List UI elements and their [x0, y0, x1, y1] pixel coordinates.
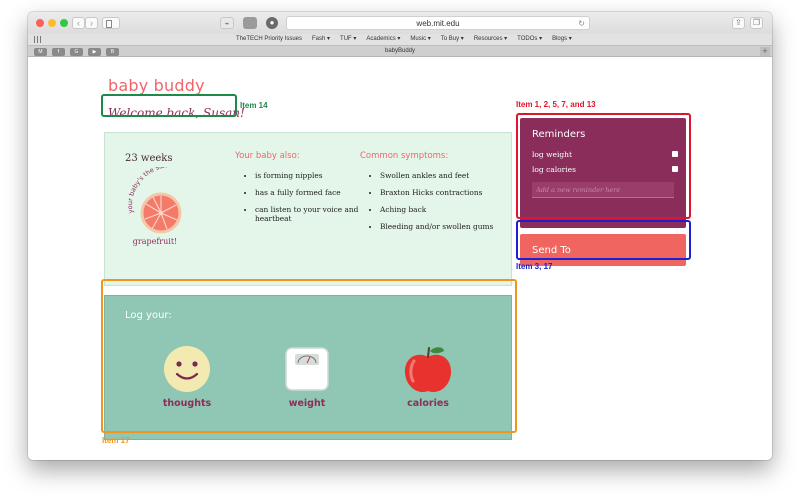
reminder-checkbox[interactable] — [672, 166, 678, 172]
privacy-extension-icon[interactable]: ● — [266, 17, 278, 29]
calories-label: calories — [407, 398, 449, 409]
welcome-message: Welcome back, Susan! — [108, 106, 245, 120]
bookmark-item[interactable]: TODOs ▾ — [517, 34, 542, 45]
page-content: baby buddy Welcome back, Susan! 23 weeks… — [28, 58, 772, 460]
reminder-label: log weight — [532, 150, 573, 159]
list-item: is forming nipples — [255, 171, 365, 180]
grapefruit-icon — [140, 192, 182, 234]
rss-extension-icon[interactable]: ⌁ — [220, 17, 234, 29]
annotation-label-sendto: Item 3, 17 — [516, 262, 553, 271]
list-item: can listen to your voice and heartbeat — [255, 205, 365, 223]
symptoms-list: Swollen ankles and feet Braxton Hicks con… — [380, 171, 505, 239]
fruit-name-text: grapefruit! — [133, 237, 178, 246]
list-item: Swollen ankles and feet — [380, 171, 505, 180]
weight-label: weight — [288, 398, 326, 409]
url-text: web.mit.edu — [416, 19, 460, 28]
symptoms-heading: Common symptoms: — [360, 151, 449, 161]
new-reminder-input[interactable] — [532, 182, 674, 198]
log-calories-button[interactable]: calories — [388, 345, 468, 409]
smiley-face-icon — [164, 346, 210, 392]
log-panel: Log your: thoughts weight calories — [104, 295, 512, 440]
bookmark-item[interactable]: To Buy ▾ — [441, 34, 464, 45]
reminder-label: log calories — [532, 165, 576, 174]
bookmark-list: TheTECH Priority Issues Fash ▾ TUF ▾ Academ… — [236, 34, 572, 45]
browser-window: ‹ › ⌁ ● web.mit.edu ↻ ⇪ ❐ TheTECH Priori… — [28, 12, 772, 460]
bookmark-item[interactable]: TheTECH Priority Issues — [236, 34, 302, 45]
weeks-label: 23 weeks — [125, 153, 173, 164]
list-item: Braxton Hicks contractions — [380, 188, 505, 197]
scale-icon — [285, 347, 329, 391]
log-thoughts-button[interactable]: thoughts — [147, 345, 227, 409]
thoughts-label: thoughts — [162, 398, 212, 409]
show-tabs-button[interactable]: ❐ — [750, 17, 763, 29]
baby-facts-heading: Your baby also: — [235, 151, 300, 161]
close-window-button[interactable] — [36, 19, 44, 27]
tab-bar: Mf G ▶ B babyBuddy + — [28, 45, 772, 57]
bookmarks-bar: TheTECH Priority Issues Fash ▾ TUF ▾ Academ… — [28, 34, 772, 45]
top-sites-grid-icon[interactable] — [34, 36, 42, 43]
log-title: Log your: — [125, 310, 172, 321]
annotation-label-welcome: Item 14 — [240, 101, 268, 110]
reminder-item[interactable]: log weight — [532, 150, 678, 159]
browser-toolbar: ‹ › ⌁ ● web.mit.edu ↻ ⇪ ❐ — [28, 12, 772, 34]
log-weight-button[interactable]: weight — [267, 345, 347, 409]
bookmark-item[interactable]: Resources ▾ — [474, 34, 507, 45]
reminder-item[interactable]: log calories — [532, 165, 678, 174]
active-tab-title[interactable]: babyBuddy — [28, 46, 772, 57]
reminders-panel: Reminders log weight log calories — [520, 118, 686, 228]
app-logo[interactable]: baby buddy — [108, 76, 205, 95]
annotation-label-log: Item 17 — [102, 436, 130, 445]
annotation-label-reminders: Item 1, 2, 5, 7, and 13 — [516, 100, 596, 109]
reminders-title: Reminders — [532, 129, 586, 140]
list-item: Bleeding and/or swollen gums — [380, 222, 505, 231]
sidebar-toggle-icon[interactable] — [102, 17, 120, 29]
reload-icon[interactable]: ↻ — [578, 17, 585, 30]
share-button[interactable]: ⇪ — [732, 17, 745, 29]
zoom-window-button[interactable] — [60, 19, 68, 27]
reminder-checkbox[interactable] — [672, 151, 678, 157]
apple-icon — [404, 347, 452, 393]
grapefruit-illustration: your baby's the size of a — [126, 167, 184, 246]
baby-facts-list: is forming nipples has a fully formed fac… — [255, 171, 365, 231]
bookmark-item[interactable]: Music ▾ — [410, 34, 430, 45]
back-button[interactable]: ‹ — [72, 17, 85, 29]
bookmark-item[interactable]: TUF ▾ — [340, 34, 356, 45]
extension-icon[interactable] — [243, 17, 257, 29]
bookmark-item[interactable]: Academics ▾ — [366, 34, 400, 45]
list-item: has a fully formed face — [255, 188, 365, 197]
list-item: Aching back — [380, 205, 505, 214]
bookmark-item[interactable]: Blogs ▾ — [552, 34, 572, 45]
pregnancy-info-panel: 23 weeks your baby's the size of a — [104, 132, 512, 286]
minimize-window-button[interactable] — [48, 19, 56, 27]
address-bar[interactable]: web.mit.edu ↻ — [286, 16, 590, 30]
bookmark-item[interactable]: Fash ▾ — [312, 34, 330, 45]
forward-button[interactable]: › — [85, 17, 98, 29]
new-tab-button[interactable]: + — [760, 47, 770, 56]
